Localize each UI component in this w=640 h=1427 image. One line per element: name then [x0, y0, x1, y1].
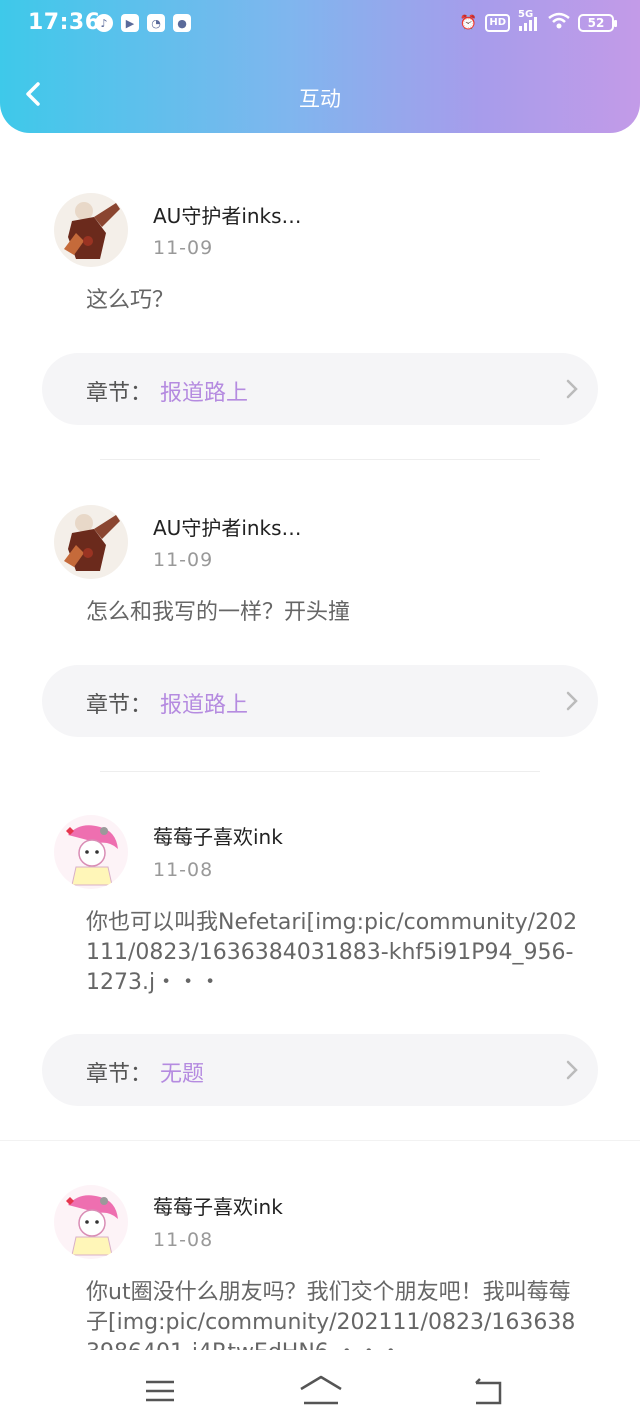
chevron-right-icon: [566, 379, 578, 399]
username[interactable]: AU守护者inks…: [153, 512, 302, 541]
page-title: 互动: [299, 87, 341, 111]
comment-text[interactable]: 你也可以叫我Nefetari[img:pic/community/202111/…: [86, 908, 586, 998]
network-type-label: 5G: [518, 8, 534, 20]
username[interactable]: AU守护者inks…: [153, 200, 302, 229]
chapter-label: 章节：: [86, 1062, 153, 1087]
status-app-icons: ♪ ▶ ◔ ●: [95, 14, 191, 32]
back-icon[interactable]: [470, 1373, 510, 1409]
chapter-name: 报道路上: [160, 381, 249, 406]
post-card: 莓莓子喜欢ink 11-08 你ut圈没什么朋友吗？我们交个朋友吧！我叫莓莓子[…: [0, 1144, 640, 1355]
wifi-icon: [548, 12, 570, 34]
map-app-icon: ●: [173, 14, 191, 32]
chapter-name: 无题: [160, 1062, 205, 1087]
dark-warrior-avatar-icon: [54, 193, 128, 267]
chapter-name: 报道路上: [160, 693, 249, 718]
avatar[interactable]: [54, 1185, 128, 1259]
status-indicators: ⏰ HD 5G 52: [459, 9, 617, 34]
chapter-label: 章节：: [86, 693, 153, 718]
post-card: 莓莓子喜欢ink 11-08 你也可以叫我Nefetari[img:pic/co…: [0, 774, 640, 1144]
video-app-icon: ▶: [121, 14, 139, 32]
chevron-right-icon: [566, 1060, 578, 1080]
pink-anime-avatar-icon: [54, 815, 128, 889]
post-date: 11-08: [153, 859, 214, 881]
post-card: AU守护者inks… 11-09 怎么和我写的一样？开头撞 章节： 报道路上: [0, 462, 640, 772]
system-navigation-bar: [0, 1355, 640, 1427]
pink-anime-avatar-icon: [54, 1185, 128, 1259]
status-bar: 17:36 ♪ ▶ ◔ ● ⏰ HD 5G 52: [0, 0, 640, 50]
chapter-link[interactable]: 章节： 无题: [42, 1034, 598, 1106]
comment-text[interactable]: 你ut圈没什么朋友吗？我们交个朋友吧！我叫莓莓子[img:pic/communi…: [86, 1278, 586, 1350]
divider: [0, 1140, 640, 1141]
battery-indicator: 52: [578, 14, 617, 32]
username[interactable]: 莓莓子喜欢ink: [153, 1191, 283, 1220]
chevron-right-icon: [566, 691, 578, 711]
post-card: AU守护者inks… 11-09 这么巧？ 章节： 报道路上: [0, 150, 640, 460]
menu-icon[interactable]: [142, 1373, 182, 1409]
hd-badge: HD: [485, 14, 510, 32]
alarm-icon: ⏰: [459, 15, 478, 31]
home-icon[interactable]: [298, 1373, 344, 1409]
dark-warrior-avatar-icon: [54, 505, 128, 579]
chapter-link[interactable]: 章节： 报道路上: [42, 665, 598, 737]
divider: [100, 771, 540, 772]
status-time: 17:36: [28, 10, 101, 35]
signal-icon: 5G: [518, 9, 540, 34]
divider: [100, 459, 540, 460]
avatar[interactable]: [54, 193, 128, 267]
chapter-label: 章节：: [86, 381, 153, 406]
chapter-link[interactable]: 章节： 报道路上: [42, 353, 598, 425]
avatar[interactable]: [54, 815, 128, 889]
music-app-icon: ♪: [95, 14, 113, 32]
post-date: 11-09: [153, 549, 214, 571]
interaction-feed[interactable]: AU守护者inks… 11-09 这么巧？ 章节： 报道路上 AU守护者inks…: [0, 150, 640, 1355]
comment-text[interactable]: 这么巧？: [86, 286, 586, 316]
browser-app-icon: ◔: [147, 14, 165, 32]
comment-text[interactable]: 怎么和我写的一样？开头撞: [86, 598, 586, 628]
post-date: 11-08: [153, 1229, 214, 1251]
username[interactable]: 莓莓子喜欢ink: [153, 821, 283, 850]
avatar[interactable]: [54, 505, 128, 579]
post-date: 11-09: [153, 237, 214, 259]
